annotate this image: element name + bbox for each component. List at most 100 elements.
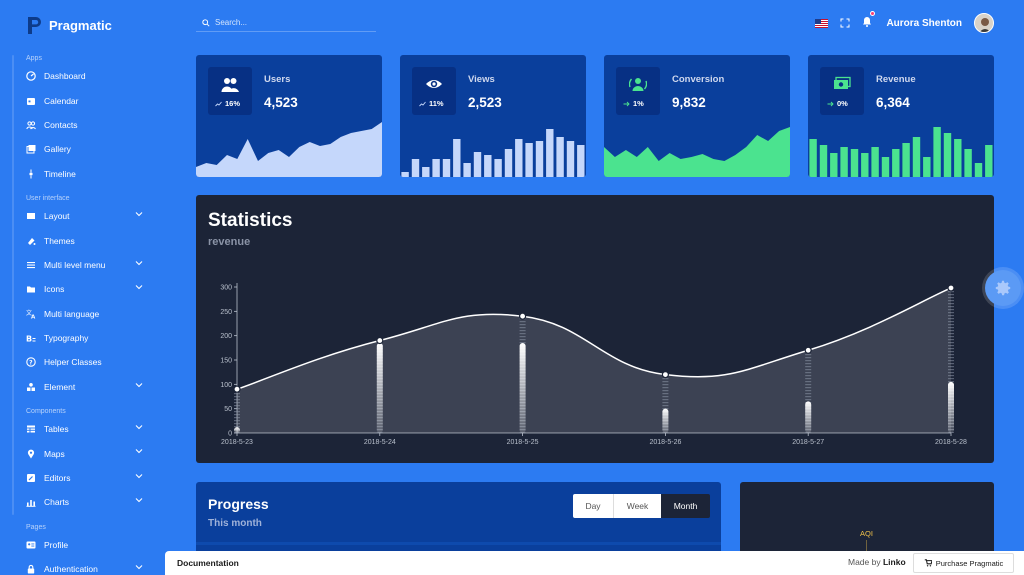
sidebar-item-label: Editors [44, 473, 71, 484]
user-name[interactable]: Aurora Shenton [886, 18, 962, 29]
stat-card-revenue[interactable]: 0% Revenue 6,364 [808, 55, 994, 177]
sparkline-bar [985, 145, 993, 177]
eye-icon [426, 80, 442, 88]
sidebar-item-charts[interactable]: Charts [26, 490, 151, 514]
brand[interactable]: Pragmatic [26, 15, 112, 35]
settings-button[interactable] [985, 270, 1021, 306]
tab-week[interactable]: Week [614, 494, 661, 518]
x-tick-label: 2018-5-23 [221, 439, 253, 446]
sparkline-chart [604, 127, 790, 177]
sparkline-bar [535, 141, 544, 177]
sidebar-scroll-rail[interactable] [12, 55, 14, 515]
timeline-icon [29, 169, 33, 179]
line-point [947, 284, 955, 292]
sidebar-item-themes[interactable]: Themes [26, 228, 151, 252]
sidebar: Pragmatic Apps Dashboard Calendar Contac… [0, 0, 165, 575]
sidebar-item-multi-language[interactable]: 文A Multi language [26, 302, 151, 326]
chevron-down-icon [135, 212, 143, 217]
stat-icon-box: 11% [412, 67, 456, 115]
notifications-button[interactable] [862, 11, 876, 32]
sidebar-item-calendar[interactable]: Calendar [26, 88, 151, 112]
stat-value: 4,523 [264, 95, 298, 110]
sidebar-item-maps[interactable]: Maps [26, 441, 151, 465]
sparkline-bar [819, 145, 828, 177]
us-flag-icon[interactable] [815, 18, 829, 28]
profile-icon [26, 541, 36, 549]
sidebar-item-icons[interactable]: Icons [26, 277, 151, 301]
sparkline-bar [432, 159, 440, 177]
point-dropline [234, 389, 240, 433]
bell-icon [863, 17, 872, 27]
stat-card-users[interactable]: 16% Users 4,523 [196, 55, 382, 177]
y-tick-label: 200 [220, 333, 232, 340]
sidebar-item-helper-classes[interactable]: ? Helper Classes [26, 350, 151, 374]
sidebar-item-authentication[interactable]: Authentication [26, 557, 151, 575]
sidebar-section-title: Components [26, 408, 66, 416]
calendar-icon [27, 97, 35, 105]
sidebar-item-layout[interactable]: Layout [26, 204, 151, 228]
sidebar-item-multi-level-menu[interactable]: Multi level menu [26, 253, 151, 277]
period-toggle: Day Week Month [573, 494, 710, 518]
stat-card-views[interactable]: 11% Views 2,523 [400, 55, 586, 177]
sidebar-item-label: Contacts [44, 119, 78, 130]
sidebar-item-label: Authentication [44, 564, 98, 575]
search-input[interactable] [215, 18, 365, 27]
sidebar-item-dashboard[interactable]: Dashboard [26, 64, 151, 88]
sidebar-item-label: Profile [44, 539, 69, 550]
progress-panel: Progress This month Day Week Month [196, 482, 721, 562]
sidebar-item-contacts[interactable]: Contacts [26, 113, 151, 137]
sparkline-bar [577, 145, 585, 177]
fullscreen-icon[interactable] [840, 18, 850, 28]
sparkline-bar [442, 159, 451, 177]
layout-icon [27, 213, 35, 220]
sidebar-item-label: Helper Classes [44, 357, 102, 368]
stat-value: 6,364 [876, 95, 910, 110]
avatar[interactable] [974, 13, 994, 33]
progress-subtitle: This month [208, 518, 262, 529]
documentation-link[interactable]: Documentation [177, 558, 239, 568]
typography-icon: B [26, 335, 36, 343]
sidebar-item-editors[interactable]: Editors [26, 466, 151, 490]
search-box[interactable] [196, 14, 376, 32]
sidebar-item-tables[interactable]: Tables [26, 417, 151, 441]
sidebar-item-timeline[interactable]: Timeline [26, 162, 151, 186]
sidebar-item-gallery[interactable]: Gallery [26, 137, 151, 161]
gallery-icon [26, 145, 36, 154]
stat-card-conversion[interactable]: 1% Conversion 9,832 [604, 55, 790, 177]
sparkline-bar [943, 133, 952, 177]
purchase-button[interactable]: Purchase Pragmatic [913, 553, 1014, 573]
dashboard-icon [26, 71, 36, 81]
conversion-icon [629, 78, 647, 91]
themes-icon [28, 237, 36, 245]
chart-icon [26, 500, 36, 508]
sparkline-bar [840, 147, 848, 177]
sidebar-item-label: Typography [44, 333, 89, 344]
y-tick-label: 100 [220, 382, 232, 389]
trend-up-icon [419, 101, 426, 106]
chevron-down-icon [135, 260, 143, 266]
sparkline-bar [881, 157, 890, 177]
chevron-down-icon [135, 382, 143, 387]
search-icon [202, 18, 210, 27]
tab-day[interactable]: Day [573, 494, 614, 518]
sparkline-bar [892, 149, 900, 177]
stat-change-value: 0% [837, 99, 848, 108]
made-by: Made by Linko [848, 557, 906, 567]
sidebar-item-element[interactable]: Element [26, 375, 151, 399]
footer-bar: Documentation Made by Linko Purchase Pra… [165, 551, 1024, 575]
help-icon: ? [26, 357, 36, 368]
arrow-right-icon [623, 101, 630, 106]
tab-month[interactable]: Month [661, 494, 710, 518]
sidebar-item-profile[interactable]: Profile [26, 533, 151, 557]
sparkline-chart [809, 127, 993, 177]
sparkline-bar [850, 149, 859, 177]
menu-icon [27, 261, 35, 269]
user-avatar-image [975, 14, 993, 32]
made-by-link[interactable]: Linko [883, 557, 906, 567]
sidebar-item-typography[interactable]: B Typography [26, 326, 151, 350]
stat-change-value: 16% [225, 99, 241, 108]
sidebar-item-label: Element [44, 381, 76, 392]
contacts-icon [26, 121, 36, 130]
pragmatic-logo-icon [28, 17, 41, 34]
stat-label: Conversion [672, 74, 725, 85]
